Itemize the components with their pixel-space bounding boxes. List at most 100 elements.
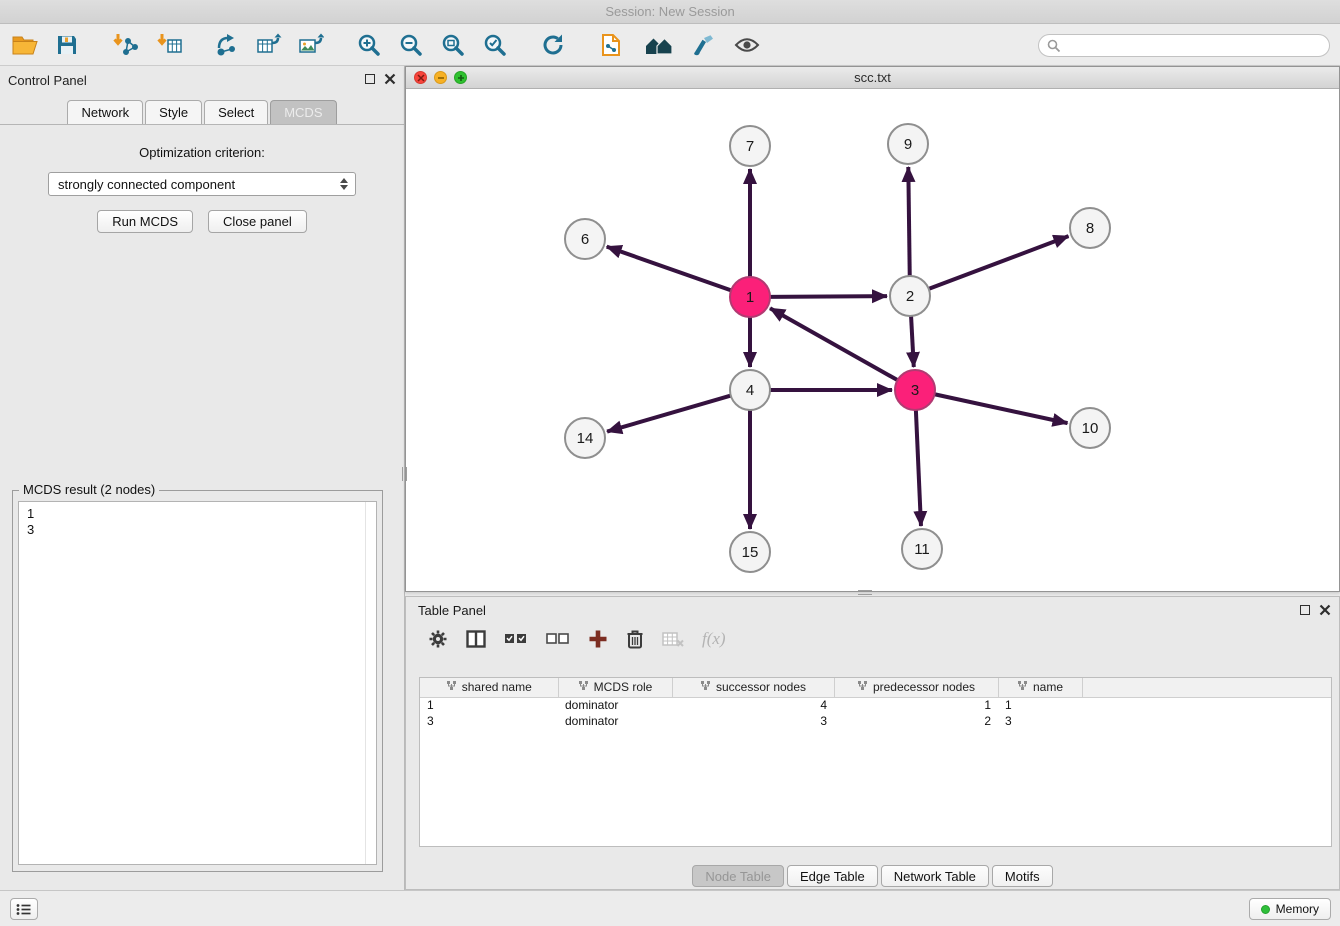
tab-select[interactable]: Select — [204, 100, 268, 124]
table-settings-gear-icon[interactable] — [428, 627, 448, 651]
search-input[interactable] — [1066, 39, 1321, 53]
graph-node-2[interactable]: 2 — [890, 276, 930, 316]
criterion-dropdown[interactable]: strongly connected component — [48, 172, 356, 196]
table-cell[interactable]: 1 — [420, 697, 558, 713]
table-panel: Table Panel f(x) — [405, 596, 1340, 890]
mcds-result-list[interactable]: 13 — [18, 501, 377, 865]
tab-style[interactable]: Style — [145, 100, 202, 124]
table-panel-title: Table Panel — [418, 603, 486, 618]
graph-node-6[interactable]: 6 — [565, 219, 605, 259]
float-table-panel-icon[interactable] — [1300, 605, 1310, 615]
graph-edge-4-14[interactable] — [607, 396, 731, 432]
close-panel-icon[interactable] — [384, 73, 396, 85]
zoom-fit-icon[interactable] — [436, 29, 470, 61]
graph-node-10[interactable]: 10 — [1070, 408, 1110, 448]
memory-button[interactable]: Memory — [1249, 898, 1331, 920]
mcds-panel-body: Optimization criterion: strongly connect… — [0, 125, 404, 233]
horizontal-splitter-handle[interactable] — [858, 590, 872, 595]
column-header-mcds-role[interactable]: MCDS role — [558, 678, 672, 697]
graph-edge-1-6[interactable] — [607, 247, 731, 291]
close-panel-button[interactable]: Close panel — [208, 210, 307, 233]
tab-node-table[interactable]: Node Table — [692, 865, 784, 887]
control-panel-tabs: NetworkStyleSelectMCDS — [0, 94, 404, 125]
import-table-icon[interactable] — [152, 29, 186, 61]
select-all-rows-icon[interactable] — [504, 627, 528, 651]
minimize-window-icon[interactable] — [434, 71, 447, 84]
column-header-predecessor-nodes[interactable]: predecessor nodes — [834, 678, 998, 697]
svg-text:3: 3 — [911, 382, 919, 399]
table-cell[interactable]: 4 — [672, 697, 834, 713]
graph-node-9[interactable]: 9 — [888, 124, 928, 164]
home-panels-icon[interactable] — [642, 29, 676, 61]
svg-text:15: 15 — [742, 544, 759, 561]
graph-edge-3-11[interactable] — [916, 410, 921, 526]
table-cell[interactable]: 3 — [998, 713, 1082, 729]
zoom-out-icon[interactable] — [394, 29, 428, 61]
import-network-icon[interactable] — [108, 29, 142, 61]
open-file-icon[interactable] — [8, 29, 42, 61]
graph-node-15[interactable]: 15 — [730, 532, 770, 572]
tab-motifs[interactable]: Motifs — [992, 865, 1053, 887]
table-cell[interactable]: 1 — [998, 697, 1082, 713]
column-manager-icon[interactable] — [466, 627, 486, 651]
result-scrollbar-track[interactable] — [365, 502, 366, 864]
graph-node-7[interactable]: 7 — [730, 126, 770, 166]
table-cell[interactable]: dominator — [558, 713, 672, 729]
optimization-criterion-label: Optimization criterion: — [0, 145, 404, 160]
tab-mcds[interactable]: MCDS — [270, 100, 336, 124]
tab-edge-table[interactable]: Edge Table — [787, 865, 878, 887]
graph-node-3[interactable]: 3 — [895, 370, 935, 410]
delete-column-icon[interactable] — [626, 627, 644, 651]
zoom-window-icon[interactable] — [454, 71, 467, 84]
column-header-shared-name[interactable]: shared name — [420, 678, 558, 697]
column-header-successor-nodes[interactable]: successor nodes — [672, 678, 834, 697]
save-session-icon[interactable] — [50, 29, 84, 61]
export-table-icon[interactable] — [252, 29, 286, 61]
graph-edge-2-3[interactable] — [911, 316, 914, 367]
deselect-all-rows-icon[interactable] — [546, 627, 570, 651]
network-window-titlebar[interactable]: scc.txt — [406, 67, 1339, 89]
table-cell[interactable]: 1 — [834, 697, 998, 713]
tab-network-table[interactable]: Network Table — [881, 865, 989, 887]
result-line: 1 — [19, 506, 376, 522]
float-panel-icon[interactable] — [365, 74, 375, 84]
network-canvas[interactable]: 7 9 6 8 1 2 4 3 14 10 15 11 — [406, 89, 1339, 591]
graph-edge-3-10[interactable] — [935, 394, 1068, 423]
apply-style-icon[interactable] — [686, 29, 720, 61]
duplicate-network-icon[interactable] — [594, 29, 628, 61]
export-image-icon[interactable] — [294, 29, 328, 61]
graph-edge-2-9[interactable] — [908, 167, 909, 276]
table-cell[interactable]: 3 — [672, 713, 834, 729]
svg-text:6: 6 — [581, 231, 589, 248]
table-row[interactable]: 3dominator323 — [420, 713, 1331, 729]
table-cell[interactable]: 3 — [420, 713, 558, 729]
table-cell[interactable]: 2 — [834, 713, 998, 729]
column-header-name[interactable]: name — [998, 678, 1082, 697]
add-column-icon[interactable] — [588, 627, 608, 651]
graph-edge-1-2[interactable] — [770, 296, 887, 297]
vertical-splitter-handle[interactable] — [402, 467, 407, 481]
refresh-view-icon[interactable] — [536, 29, 570, 61]
tab-network[interactable]: Network — [67, 100, 143, 124]
table-row[interactable]: 1dominator411 — [420, 697, 1331, 713]
graph-node-1[interactable]: 1 — [730, 277, 770, 317]
zoom-selected-icon[interactable] — [478, 29, 512, 61]
task-history-icon[interactable] — [10, 898, 38, 920]
graph-node-11[interactable]: 11 — [902, 529, 942, 569]
close-window-icon[interactable] — [414, 71, 427, 84]
table-cell[interactable]: dominator — [558, 697, 672, 713]
show-graphics-details-icon[interactable] — [730, 29, 764, 61]
table-panel-header: Table Panel — [406, 597, 1339, 623]
node-table-grid: shared name MCDS rolesuccessor nodesprede… — [420, 678, 1331, 729]
graph-node-8[interactable]: 8 — [1070, 208, 1110, 248]
close-table-panel-icon[interactable] — [1319, 604, 1331, 616]
graph-edge-2-8[interactable] — [929, 236, 1069, 289]
search-box[interactable] — [1038, 34, 1330, 57]
column-header-label: shared name — [462, 680, 532, 694]
run-mcds-button[interactable]: Run MCDS — [97, 210, 193, 233]
graph-edge-3-1[interactable] — [770, 308, 898, 380]
network-from-url-icon[interactable] — [210, 29, 244, 61]
graph-node-4[interactable]: 4 — [730, 370, 770, 410]
zoom-in-icon[interactable] — [352, 29, 386, 61]
graph-node-14[interactable]: 14 — [565, 418, 605, 458]
